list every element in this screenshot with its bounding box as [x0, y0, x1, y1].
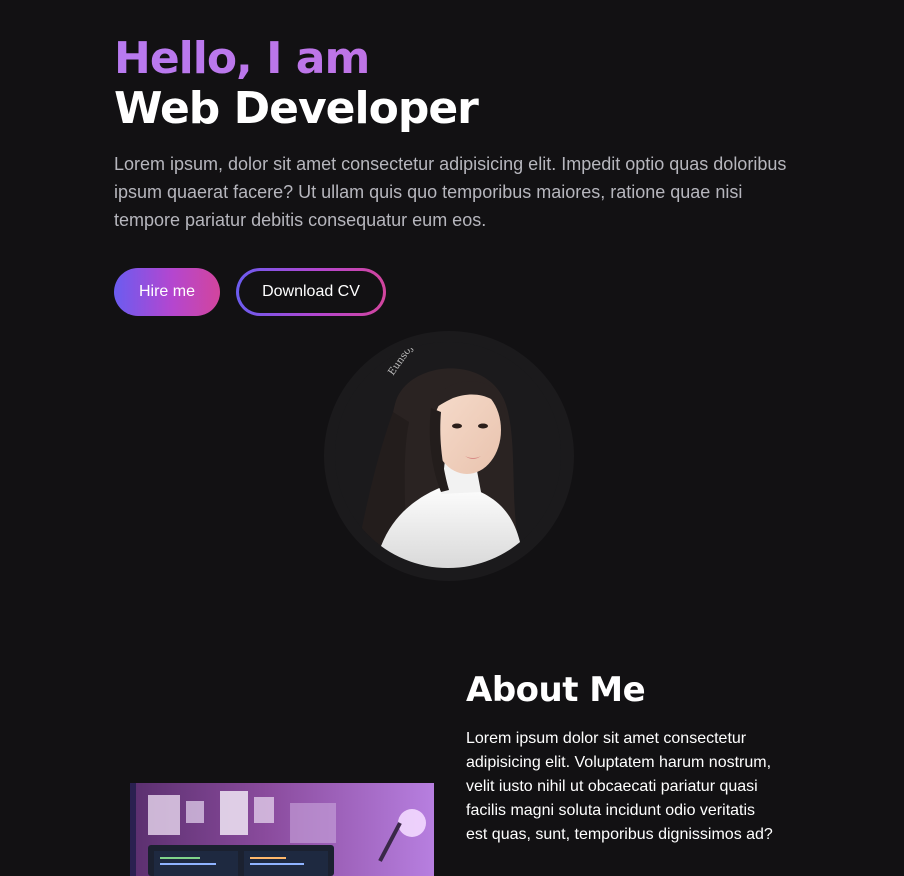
about-title: About Me [466, 670, 646, 710]
download-cv-button[interactable]: Download CV [236, 268, 386, 316]
profile-portrait-image: Eunsoj [335, 342, 561, 568]
profile-photo: Eunsoj [335, 342, 561, 568]
hero-description: Lorem ipsum, dolor sit amet consectetur … [114, 154, 787, 230]
hero-role: Web Developer [114, 83, 479, 134]
about-description: Lorem ipsum dolor sit amet consectetur a… [466, 730, 773, 843]
hero-content: Hello, I am Web Developer Lorem ipsum, d… [114, 34, 814, 234]
hire-me-button[interactable]: Hire me [114, 268, 220, 316]
download-cv-label: Download CV [239, 271, 383, 313]
hero-buttons: Hire me Download CV [114, 268, 386, 316]
hero-greeting: Hello, I am [114, 34, 814, 84]
about-image [130, 783, 434, 876]
workspace-photo [130, 783, 434, 876]
